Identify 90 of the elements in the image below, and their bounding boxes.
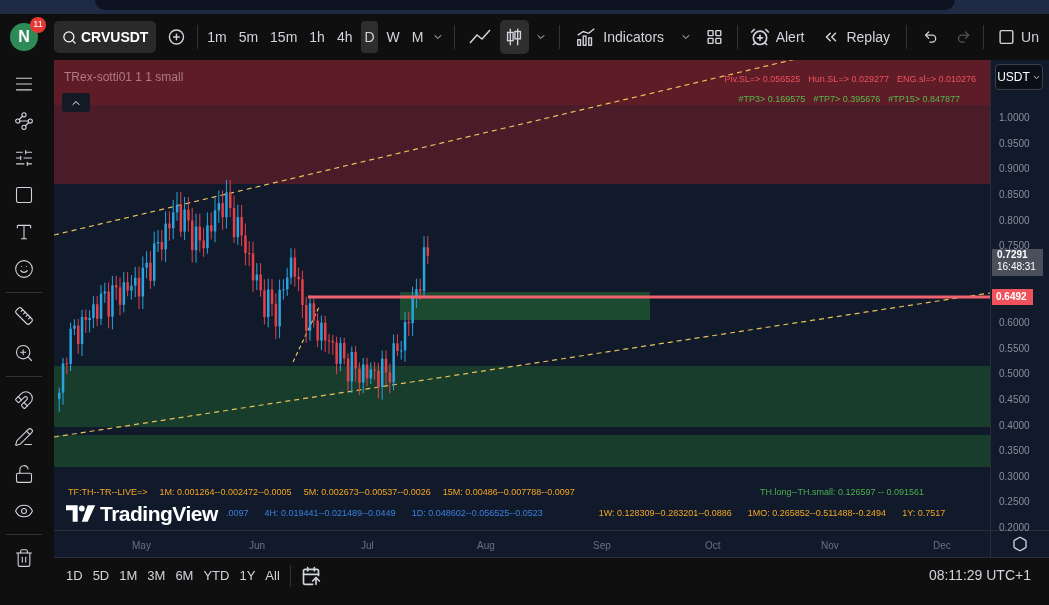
timeframe-label: TF:TH--TR--LIVE=> <box>68 486 148 499</box>
range-button[interactable]: 1M <box>119 565 138 586</box>
pattern-icon[interactable] <box>14 111 34 131</box>
price-tick: 0.3000 <box>999 469 1030 484</box>
month-label: Sep <box>593 539 611 553</box>
alert-button[interactable]: Alert <box>743 26 811 48</box>
interval-tab[interactable]: D <box>361 21 378 53</box>
undo-icon[interactable] <box>922 28 939 46</box>
add-symbol-icon[interactable] <box>168 27 186 47</box>
range-button[interactable]: 6M <box>175 565 194 586</box>
logo-mark-icon <box>66 505 96 523</box>
timeframe-label: 1Y: 0.7517 <box>902 507 946 520</box>
month-label: May <box>132 539 151 553</box>
price-tick: 0.4000 <box>999 418 1030 433</box>
indicator-name: TRex-sotti01 1 1 small <box>64 69 184 86</box>
range-button[interactable]: YTD <box>203 565 230 586</box>
calendar-icon[interactable] <box>300 565 321 586</box>
unlock-icon[interactable] <box>14 464 34 484</box>
price-tick: 0.9000 <box>999 162 1030 177</box>
clock: 08:11:29 UTC+1 <box>928 566 1031 585</box>
notification-badge: 11 <box>30 17 46 33</box>
stop-level-label: Hun.SL=> 0.029277 <box>808 73 889 86</box>
interval-tab[interactable]: 4h <box>333 21 356 53</box>
timeframe-label: 5M: 0.002673--0.00537--0.0026 <box>303 486 431 499</box>
indicators-button[interactable]: Indicators <box>571 26 669 48</box>
range-button[interactable]: 5D <box>92 565 110 586</box>
price-tick: 0.5500 <box>999 341 1030 356</box>
timeframe-label: 1M: 0.001264--0.002472--0.0005 <box>159 486 292 499</box>
trash-icon[interactable] <box>14 548 34 568</box>
ruler-icon[interactable] <box>14 306 34 326</box>
magnet-icon[interactable] <box>14 390 34 410</box>
price-tick: 0.8500 <box>999 187 1030 202</box>
timeframe-label: 15M: 0.00486--0.007788--0.0097 <box>442 486 575 499</box>
collapse-button[interactable] <box>62 93 90 112</box>
timeframe-label: 1MO: 0.265852--0.511488--0.2494 <box>747 507 887 520</box>
range-button[interactable]: 1Y <box>239 565 256 586</box>
range-button[interactable]: 3M <box>147 565 166 586</box>
price-tick: 0.3500 <box>999 444 1030 459</box>
square-icon[interactable] <box>14 185 34 205</box>
interval-tab[interactable]: W <box>383 21 403 53</box>
interval-tab[interactable]: 15m <box>267 21 301 53</box>
search-icon <box>62 29 77 45</box>
price-tick: 0.6000 <box>999 316 1030 330</box>
month-label: Jul <box>361 539 374 553</box>
last-price: 0.7291 <box>997 249 1028 261</box>
toolbar-label[interactable]: Un <box>1021 26 1039 48</box>
smiley-icon[interactable] <box>14 259 34 279</box>
month-label: Oct <box>705 539 721 553</box>
timeframe-label: 1D: 0.048602--0.056525--0.0523 <box>411 507 543 520</box>
timeframe-label: 1W: 0.128309--0.283201--0.0886 <box>598 507 732 520</box>
layout-grid-icon[interactable] <box>705 27 723 47</box>
interval-tab[interactable]: 1h <box>306 21 328 53</box>
timeframe-label: 4H: 0.019441--0.021489--0.0449 <box>264 507 396 520</box>
replay-button[interactable]: Replay <box>816 26 897 48</box>
square-icon[interactable] <box>998 27 1016 47</box>
logo-text: TradingView <box>100 501 218 527</box>
threshold-label: TH.long--TH.small: 0.126597 -- 0.091561 <box>760 486 925 499</box>
sliders-icon[interactable] <box>14 148 34 168</box>
currency-dropdown[interactable]: USDT <box>995 64 1043 90</box>
pencil-icon[interactable] <box>14 427 34 447</box>
timeframe-label: .0097 <box>226 507 249 520</box>
range-button[interactable]: All <box>265 565 280 586</box>
price-level-badge: 0.6492 <box>992 289 1033 305</box>
price-tick: 1.0000 <box>999 111 1030 125</box>
month-label: Dec <box>933 539 951 553</box>
stop-level-label: Piv.SL=> 0.056525 <box>724 73 801 86</box>
price-tick: 0.4500 <box>999 392 1030 407</box>
month-label: Nov <box>821 539 839 553</box>
interval-tab[interactable]: 1m <box>204 21 230 53</box>
target-label: #TP15> 0.847877 <box>888 93 960 106</box>
price-tick: 0.2000 <box>999 521 1030 535</box>
target-label: #TP3> 0.169575 <box>738 93 806 106</box>
month-label: Aug <box>477 539 495 553</box>
price-tick: 0.5000 <box>999 367 1030 382</box>
bar-countdown: 16:48:31 <box>997 261 1037 273</box>
price-tick: 0.9500 <box>999 136 1030 151</box>
price-tick: 0.2500 <box>999 495 1030 510</box>
interval-tab[interactable]: M <box>408 21 427 53</box>
chart-style-button[interactable] <box>499 20 529 54</box>
text-icon[interactable] <box>14 222 34 242</box>
stop-level-label: ENG.sl=> 0.010276 <box>896 73 976 86</box>
range-button[interactable]: 1D <box>66 565 83 586</box>
price-tick: 0.8000 <box>999 213 1030 228</box>
alarm-clock-icon <box>749 27 770 47</box>
settings-icon[interactable] <box>1012 536 1028 552</box>
interval-tab[interactable]: 5m <box>235 21 262 53</box>
target-label: #TP7> 0.395676 <box>813 93 881 106</box>
zoom-in-icon[interactable] <box>14 343 34 363</box>
month-label: Jun <box>249 539 266 553</box>
symbol-search-button[interactable]: CRVUSDT <box>54 21 157 53</box>
